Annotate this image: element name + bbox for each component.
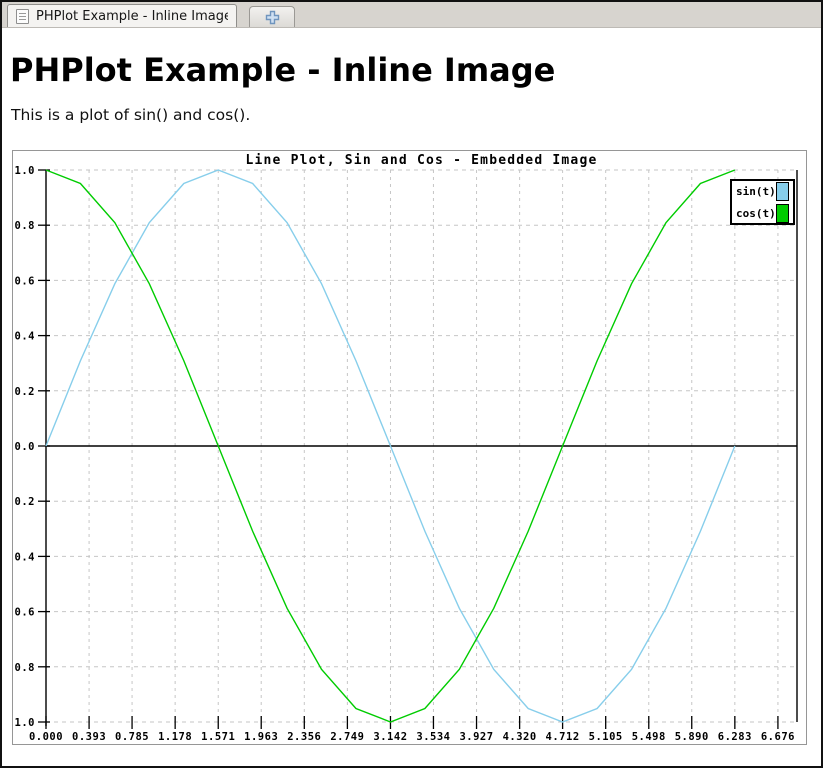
- x-tick-label: 5.890: [675, 731, 709, 743]
- x-tick-label: 1.571: [201, 731, 235, 743]
- chart-title: Line Plot, Sin and Cos - Embedded Image: [46, 153, 797, 168]
- y-tick-label: 0.4: [15, 331, 35, 343]
- y-tick-label: 0.2: [15, 386, 35, 398]
- y-tick-label: -0.8: [13, 662, 35, 674]
- plus-icon: [265, 10, 280, 25]
- x-tick-label: 6.283: [718, 731, 752, 743]
- legend-row-cos: cos(t): [736, 204, 789, 223]
- x-tick-label: 2.356: [287, 731, 321, 743]
- x-tick-label: 3.927: [459, 731, 493, 743]
- legend-swatch-cos: [776, 204, 789, 223]
- x-tick-label: 3.142: [373, 731, 407, 743]
- x-tick-label: 4.712: [546, 731, 580, 743]
- y-tick-label: 1.0: [15, 165, 35, 177]
- legend-label-sin: sin(t): [736, 185, 776, 198]
- y-tick-label: -1.0: [13, 717, 35, 729]
- y-tick-label: -0.2: [13, 496, 35, 508]
- chart-legend: sin(t) cos(t): [730, 179, 795, 225]
- x-tick-label: 5.105: [589, 731, 623, 743]
- legend-row-sin: sin(t): [736, 182, 789, 201]
- page-heading: PHPlot Example - Inline Image: [10, 51, 821, 89]
- browser-window: PHPlot Example - Inline Image PHPlot Exa…: [0, 0, 823, 768]
- x-tick-label: 0.000: [29, 731, 63, 743]
- chart-image: Line Plot, Sin and Cos - Embedded Image …: [12, 150, 807, 745]
- y-tick-label: -0.4: [13, 551, 35, 563]
- legend-swatch-sin: [776, 182, 789, 201]
- x-tick-label: 0.785: [115, 731, 149, 743]
- tab-phplot-example[interactable]: PHPlot Example - Inline Image: [7, 4, 237, 27]
- y-tick-label: 0.6: [15, 275, 35, 287]
- x-tick-label: 5.498: [632, 731, 666, 743]
- x-tick-label: 1.963: [244, 731, 278, 743]
- y-tick-label: 0.8: [15, 220, 35, 232]
- y-tick-label: -0.6: [13, 607, 35, 619]
- tab-title: PHPlot Example - Inline Image: [36, 9, 228, 24]
- chart-plot-area: 1.0 0.8 0.6 0.4 0.2 0.0 -0.2 -0.4 -0.6 -0.8 -1.0 0.…: [13, 151, 806, 744]
- x-tick-label: 4.320: [503, 731, 537, 743]
- tab-bar: PHPlot Example - Inline Image: [2, 2, 821, 28]
- legend-label-cos: cos(t): [736, 207, 776, 220]
- document-icon: [16, 9, 29, 24]
- y-tick-label: 0.0: [15, 441, 35, 453]
- x-tick-label: 6.676: [761, 731, 795, 743]
- new-tab-button[interactable]: [249, 6, 295, 27]
- x-tick-label: 3.534: [416, 731, 450, 743]
- x-tick-label: 1.178: [158, 731, 192, 743]
- x-tick-label: 2.749: [330, 731, 364, 743]
- x-tick-label: 0.393: [72, 731, 106, 743]
- intro-text: This is a plot of sin() and cos().: [11, 106, 821, 124]
